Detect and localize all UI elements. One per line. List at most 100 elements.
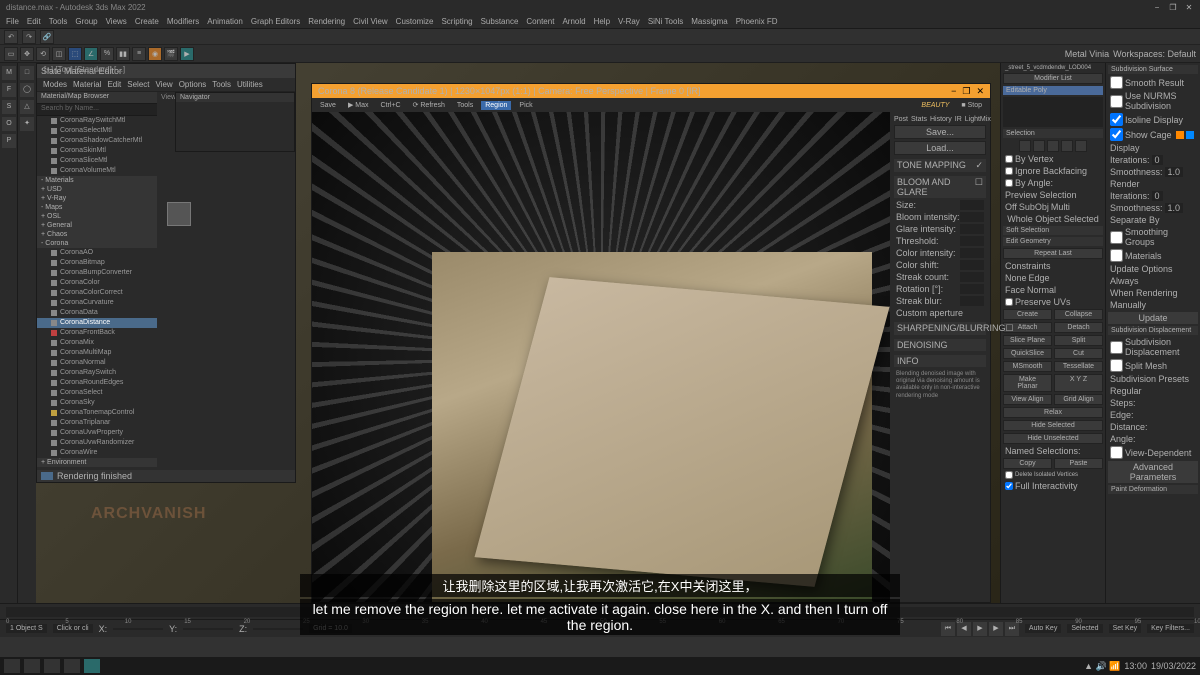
mat-CoronaVolumeMtl[interactable]: CoronaVolumeMtl — [37, 166, 157, 176]
tab-lightmix[interactable]: LightMix — [965, 116, 991, 123]
map-CoronaCurvature[interactable]: CoronaCurvature — [37, 298, 157, 308]
modifier-stack[interactable] — [1003, 97, 1103, 127]
sharp-section[interactable]: SHARPENING/BLURRING☐ — [894, 322, 986, 335]
explorer-icon[interactable] — [44, 659, 60, 673]
menu-edit[interactable]: Edit — [27, 17, 41, 26]
percent-snap-icon[interactable]: % — [100, 47, 114, 61]
modifier-list[interactable]: Modifier List — [1003, 73, 1103, 84]
render-refresh[interactable]: ⟳ Refresh — [409, 100, 449, 110]
mat-CoronaSelectMtl[interactable]: CoronaSelectMtl — [37, 126, 157, 136]
map-CoronaMultiMap[interactable]: CoronaMultiMap — [37, 348, 157, 358]
selection-rollout[interactable]: Selection — [1003, 129, 1103, 138]
by-angle-check[interactable] — [1005, 179, 1013, 187]
render-viewport[interactable] — [312, 112, 890, 602]
map-CoronaTonemapControl[interactable]: CoronaTonemapControl — [37, 408, 157, 418]
slate-menu-select[interactable]: Select — [127, 80, 149, 89]
copy-btn[interactable]: Copy — [1003, 458, 1052, 469]
map-CoronaDistance[interactable]: CoronaDistance — [37, 318, 157, 328]
mat-CoronaSliceMtl[interactable]: CoronaSliceMtl — [37, 156, 157, 166]
autokey[interactable]: Auto Key — [1025, 624, 1061, 633]
menu-sini tools[interactable]: SiNi Tools — [648, 17, 683, 26]
poly-mode[interactable] — [1061, 140, 1073, 152]
full-interactivity[interactable] — [1005, 482, 1013, 490]
repeat-last[interactable]: Repeat Last — [1003, 248, 1103, 259]
align-icon[interactable]: ≡ — [132, 47, 146, 61]
render-icon[interactable]: ▶ — [180, 47, 194, 61]
rotate-icon[interactable]: ⟲ — [36, 47, 50, 61]
tab-ir[interactable]: IR — [955, 116, 962, 123]
slice-btn[interactable]: Slice Plane — [1003, 335, 1052, 346]
menu-modifiers[interactable]: Modifiers — [167, 17, 199, 26]
group[interactable]: + V-Ray — [37, 194, 157, 203]
bloom-section[interactable]: BLOOM AND GLARE☐ — [894, 176, 986, 198]
makeplanar-btn[interactable]: Make Planar — [1003, 374, 1052, 392]
group[interactable]: - Corona — [37, 239, 157, 248]
search-icon[interactable] — [24, 659, 40, 673]
map-CoronaBitmap[interactable]: CoronaBitmap — [37, 258, 157, 268]
hide-unsel-btn[interactable]: Hide Unselected — [1003, 433, 1103, 444]
next-frame-icon[interactable]: ▶ — [989, 622, 1003, 636]
tessellate-btn[interactable]: Tessellate — [1054, 361, 1103, 372]
render-max-btn[interactable]: ▶ Max — [344, 100, 373, 110]
modeling-tab[interactable]: M — [2, 66, 16, 80]
render-beauty[interactable]: BEAUTY — [917, 101, 953, 110]
viewport-label-top[interactable]: [+] [Top] [Standard] [...] — [44, 65, 125, 74]
menu-file[interactable]: File — [6, 17, 19, 26]
x-coord[interactable] — [113, 628, 163, 630]
map-CoronaMix[interactable]: CoronaMix — [37, 338, 157, 348]
menu-create[interactable]: Create — [135, 17, 159, 26]
slate-menu-utilities[interactable]: Utilities — [237, 80, 263, 89]
showcage[interactable] — [1110, 128, 1123, 141]
map-CoronaSelect[interactable]: CoronaSelect — [37, 388, 157, 398]
gridalign-btn[interactable]: Grid Align — [1054, 394, 1103, 405]
menu-help[interactable]: Help — [594, 17, 610, 26]
select-icon[interactable]: ▭ — [4, 47, 18, 61]
cut-btn[interactable]: Cut — [1054, 348, 1103, 359]
selected-mode[interactable]: Selected — [1067, 624, 1102, 633]
hide-sel-btn[interactable]: Hide Selected — [1003, 420, 1103, 431]
mat-CoronaShadowCatcherMtl[interactable]: CoronaShadowCatcherMtl — [37, 136, 157, 146]
render-tools[interactable]: Tools — [453, 101, 477, 110]
slate-menu-modes[interactable]: Modes — [43, 80, 67, 89]
map-CoronaColorCorrect[interactable]: CoronaColorCorrect — [37, 288, 157, 298]
load-button[interactable]: Load... — [894, 141, 986, 155]
freeform-tab[interactable]: F — [2, 83, 16, 97]
y-coord[interactable] — [183, 628, 233, 630]
menu-tools[interactable]: Tools — [49, 17, 68, 26]
tool-d[interactable]: ✦ — [20, 117, 34, 131]
search-input[interactable]: Search by Name... — [37, 104, 157, 116]
clock[interactable]: 13:00 — [1124, 661, 1147, 671]
menu-graph editors[interactable]: Graph Editors — [251, 17, 300, 26]
group[interactable]: - Materials — [37, 176, 157, 185]
slate-menu-material[interactable]: Material — [73, 80, 101, 89]
menu-v-ray[interactable]: V-Ray — [618, 17, 640, 26]
split-btn[interactable]: Split — [1054, 335, 1103, 346]
paint-deform-rollout[interactable]: Paint Deformation — [1108, 485, 1198, 494]
map-CoronaRoundEdges[interactable]: CoronaRoundEdges — [37, 378, 157, 388]
by-vertex-check[interactable] — [1005, 155, 1013, 163]
close-icon[interactable]: ✕ — [1184, 2, 1194, 12]
min-icon[interactable]: − — [1152, 2, 1162, 12]
material-editor-icon[interactable]: ◉ — [148, 47, 162, 61]
tab-post[interactable]: Post — [894, 116, 908, 123]
mat-CoronaRaySwitchMtl[interactable]: CoronaRaySwitchMtl — [37, 116, 157, 126]
edge-icon[interactable] — [64, 659, 80, 673]
map-CoronaFrontBack[interactable]: CoronaFrontBack — [37, 328, 157, 338]
slate-menu-tools[interactable]: Tools — [212, 80, 231, 89]
menu-civil view[interactable]: Civil View — [353, 17, 388, 26]
menu-phoenix fd[interactable]: Phoenix FD — [736, 17, 778, 26]
menu-group[interactable]: Group — [75, 17, 97, 26]
save-button[interactable]: Save... — [894, 125, 986, 139]
selection-tab[interactable]: S — [2, 100, 16, 114]
render-min-icon[interactable]: − — [951, 86, 956, 97]
map-CoronaWire[interactable]: CoronaWire — [37, 448, 157, 458]
material-node[interactable] — [167, 202, 191, 226]
mat-CoronaSkinMtl[interactable]: CoronaSkinMtl — [37, 146, 157, 156]
link-icon[interactable]: 🔗 — [40, 30, 54, 44]
relax-btn[interactable]: Relax — [1003, 407, 1103, 418]
smooth-result[interactable] — [1110, 76, 1123, 89]
tray-icons[interactable]: ▲ 🔊 📶 — [1084, 661, 1120, 672]
collapse-btn[interactable]: Collapse — [1054, 309, 1103, 320]
preserve-uvs[interactable] — [1005, 298, 1013, 306]
group[interactable]: - Maps — [37, 203, 157, 212]
